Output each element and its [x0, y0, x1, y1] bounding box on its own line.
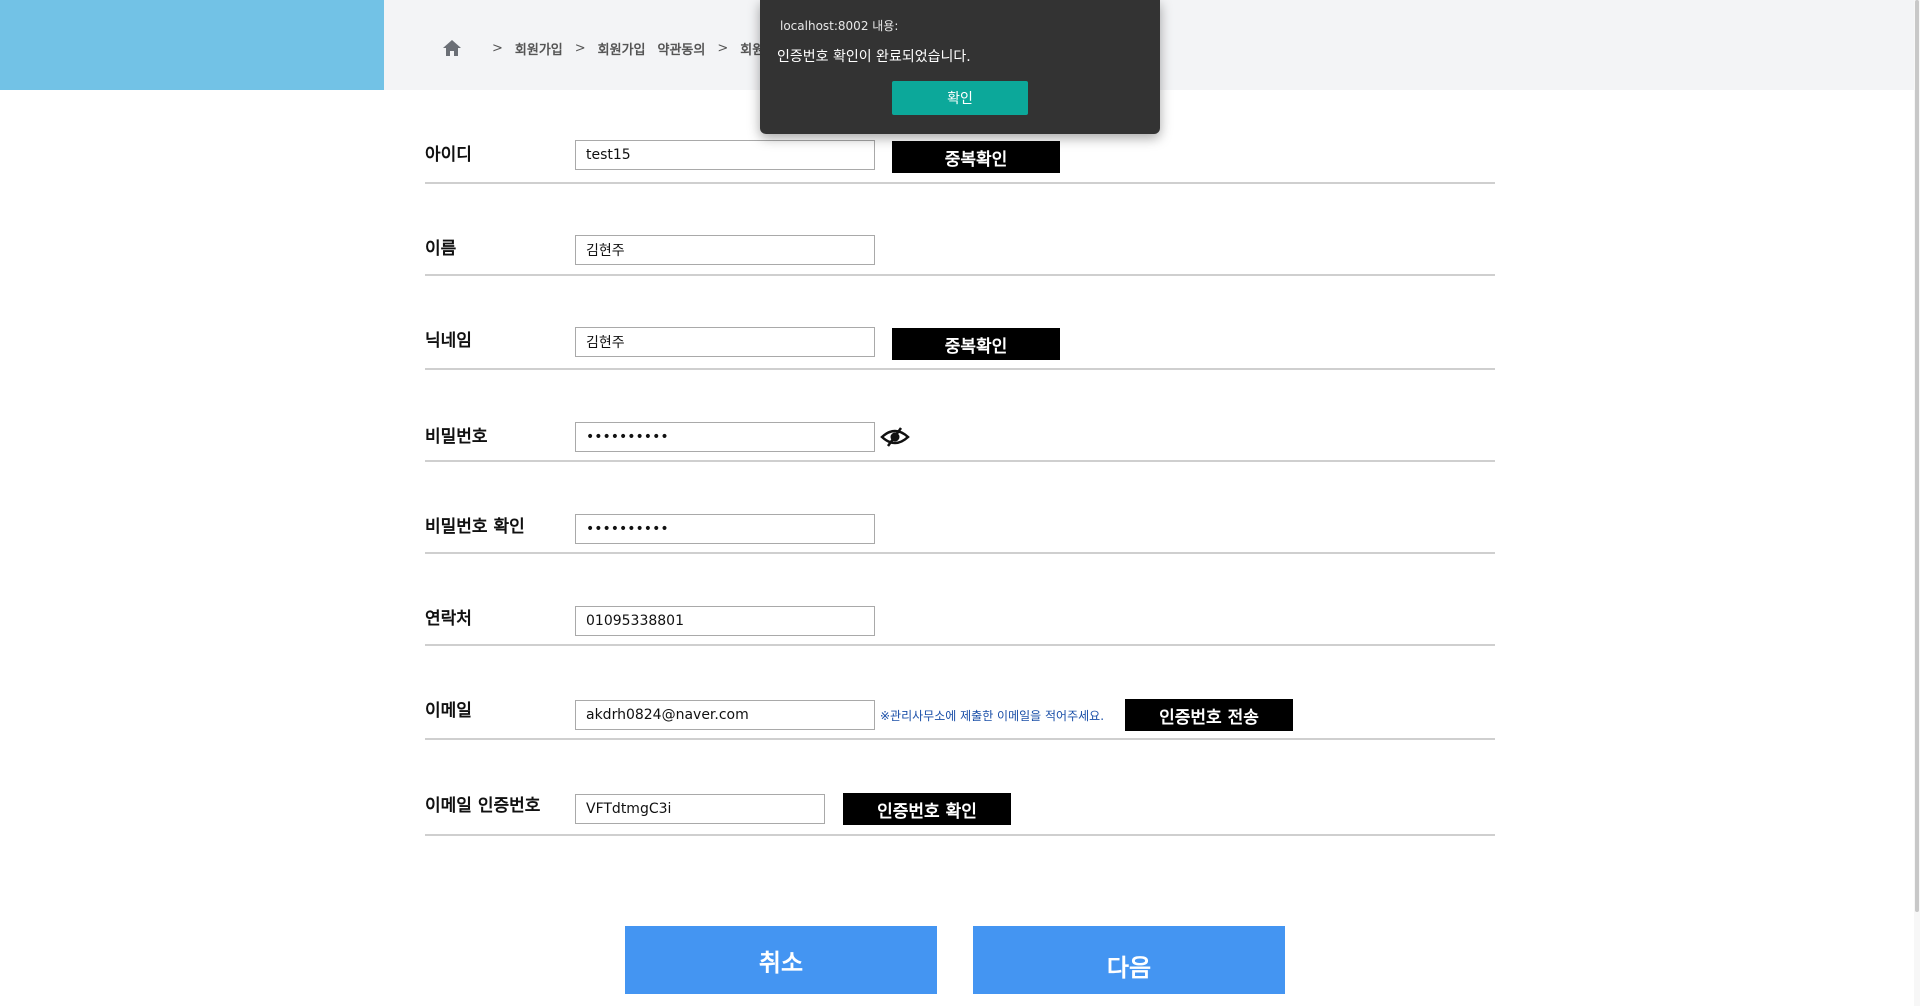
id-duplicate-check-button[interactable]: 중복확인 [892, 141, 1060, 173]
alert-dialog: localhost:8002 내용: 인증번호 확인이 완료되었습니다. 확인 [760, 0, 1160, 134]
verify-code-button[interactable]: 인증번호 확인 [843, 793, 1011, 825]
form-row-email: 이메일 ※관리사무소에 제출한 이메일을 적어주세요. 인증번호 전송 [425, 646, 1495, 740]
header-brand-panel [0, 0, 384, 90]
nickname-label: 닉네임 [425, 331, 472, 351]
send-code-button[interactable]: 인증번호 전송 [1125, 699, 1293, 731]
scrollbar[interactable] [1914, 0, 1920, 1006]
alert-message: 인증번호 확인이 완료되었습니다. [777, 49, 971, 65]
home-icon[interactable] [442, 39, 462, 57]
email-input[interactable] [575, 700, 875, 730]
password-input[interactable] [575, 422, 875, 452]
breadcrumb: > 회원가입 > 회원가입 약관동의 > 회원 [442, 38, 764, 58]
eye-slash-icon[interactable] [880, 426, 910, 448]
breadcrumb-item-signup-2[interactable]: 회원가입 [598, 39, 646, 58]
id-input[interactable] [575, 140, 875, 170]
nickname-input[interactable] [575, 327, 875, 357]
breadcrumb-separator: > [717, 40, 729, 56]
breadcrumb-separator: > [492, 40, 503, 56]
breadcrumb-item-terms[interactable]: 약관동의 [658, 39, 706, 58]
email-label: 이메일 [425, 701, 472, 721]
form-row-phone: 연락처 [425, 554, 1495, 646]
form-row-password: 비밀번호 [425, 370, 1495, 462]
form-row-nickname: 닉네임 중복확인 [425, 276, 1495, 370]
nickname-duplicate-check-button[interactable]: 중복확인 [892, 328, 1060, 360]
breadcrumb-item-signup[interactable]: 회원가입 [515, 39, 563, 58]
name-input[interactable] [575, 235, 875, 265]
form-row-name: 이름 [425, 184, 1495, 276]
phone-input[interactable] [575, 606, 875, 636]
email-code-label: 이메일 인증번호 [425, 796, 541, 816]
email-hint-text: ※관리사무소에 제출한 이메일을 적어주세요. [880, 709, 1105, 723]
cancel-button[interactable]: 취소 [625, 926, 937, 994]
name-label: 이름 [425, 239, 457, 259]
form-row-password-confirm: 비밀번호 확인 [425, 462, 1495, 554]
form-row-email-code: 이메일 인증번호 인증번호 확인 [425, 740, 1495, 836]
scrollbar-thumb[interactable] [1915, 0, 1919, 912]
password-label: 비밀번호 [425, 427, 488, 447]
alert-ok-button[interactable]: 확인 [892, 81, 1028, 115]
next-button[interactable]: 다음 [973, 926, 1285, 994]
phone-label: 연락처 [425, 609, 472, 629]
email-code-input[interactable] [575, 794, 825, 824]
password-confirm-label: 비밀번호 확인 [425, 517, 525, 537]
id-label: 아이디 [425, 145, 472, 165]
breadcrumb-separator: > [574, 40, 586, 56]
alert-title: localhost:8002 내용: [780, 19, 899, 33]
password-confirm-input[interactable] [575, 514, 875, 544]
